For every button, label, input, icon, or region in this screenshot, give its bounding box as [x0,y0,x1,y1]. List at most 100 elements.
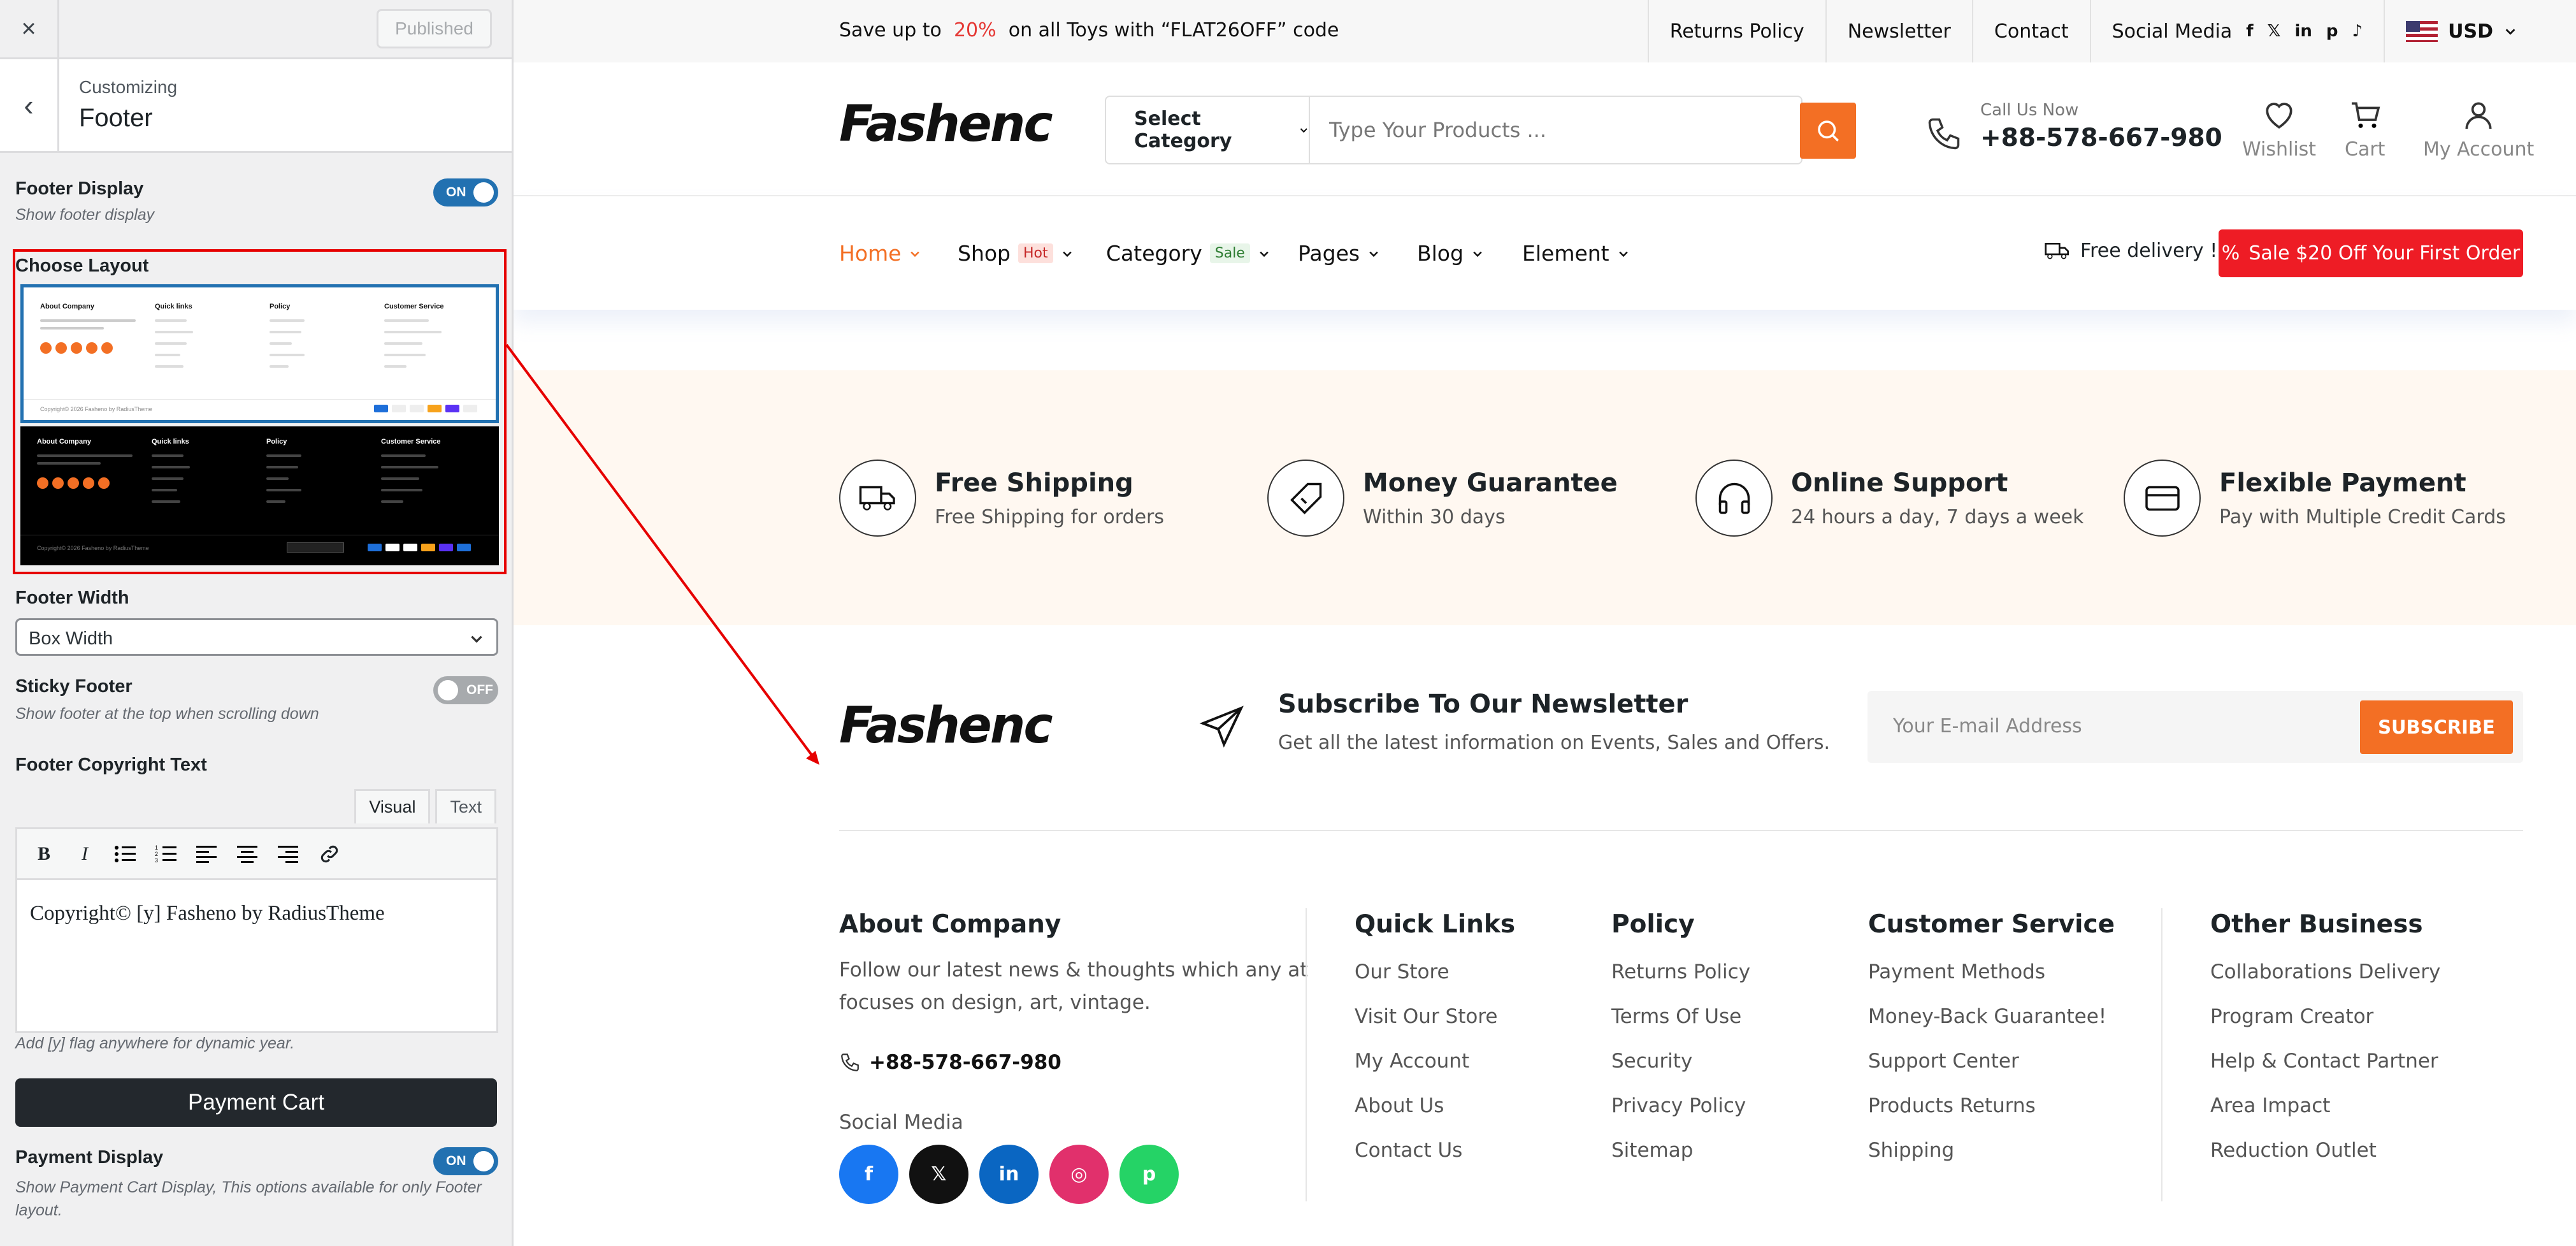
nav-blog[interactable]: Blog [1417,241,1484,266]
footer-link[interactable]: About Us [1355,1094,1444,1117]
currency-select[interactable]: USD [2384,0,2576,62]
close-icon[interactable]: × [0,0,59,59]
nav-home[interactable]: Home [839,241,921,266]
footer-logo[interactable]: Fashenc [839,697,1053,755]
footer-width-select[interactable]: Box Width [15,618,498,656]
align-center-icon[interactable] [233,839,263,869]
column-divider [2161,908,2162,1201]
nav-shop[interactable]: Shop Hot [958,241,1074,266]
call-number[interactable]: +88-578-667-980 [1980,124,2222,152]
copyright-value: Copyright© [y] Fasheno by RadiusTheme [30,902,385,925]
linkedin-icon[interactable]: in [2294,22,2312,41]
nav-label: Shop [958,241,1011,266]
nav-label: Element [1522,241,1609,266]
footer-link[interactable]: Program Creator [2210,1005,2373,1028]
payment-display-toggle[interactable]: ON [433,1147,498,1175]
facebook-icon[interactable]: f [2246,22,2253,41]
site-logo[interactable]: Fashenc [839,96,1053,153]
bold-icon[interactable]: B [29,839,59,869]
wishlist-button[interactable]: Wishlist [2242,98,2316,161]
chevron-down-icon [1260,251,1269,257]
footer-display-toggle[interactable]: ON [433,178,498,206]
sticky-footer-desc: Show footer at the top when scrolling do… [15,705,319,723]
section-title: Footer [79,104,153,132]
x-icon[interactable]: 𝕏 [2268,22,2281,41]
mini-service: Customer Service [384,303,444,310]
copyright-editor[interactable]: Copyright© [y] Fasheno by RadiusTheme [15,880,498,1033]
payment-cart-button[interactable]: Payment Cart [15,1078,497,1127]
footer-link[interactable]: Terms Of Use [1611,1005,1741,1028]
footer-link[interactable]: Returns Policy [1611,960,1750,983]
footer-link[interactable]: My Account [1355,1050,1469,1073]
sale-button[interactable]: % Sale $20 Off Your First Order [2219,229,2523,277]
tab-text[interactable]: Text [435,789,496,823]
footer-link[interactable]: Collaborations Delivery [2210,960,2440,983]
footer-link[interactable]: Help & Contact Partner [2210,1050,2438,1073]
nav-element[interactable]: Element [1522,241,1630,266]
mini-policy-dark: Policy [266,438,287,446]
top-link-contact[interactable]: Contact [1971,0,2090,62]
subscribe-button[interactable]: SUBSCRIBE [2360,700,2513,754]
top-link-newsletter[interactable]: Newsletter [1825,0,1972,62]
footer-link[interactable]: Security [1611,1050,1692,1073]
align-right-icon[interactable] [273,839,304,869]
published-button[interactable]: Published [377,9,492,48]
layout-option-light[interactable]: About Company Quick links Policy Custome… [20,284,499,423]
footer-link[interactable]: Support Center [1868,1050,2019,1073]
category-select[interactable]: Select Category [1105,96,1309,164]
instagram-icon[interactable]: ◎ [1049,1145,1109,1204]
footer-link[interactable]: Products Returns [1868,1094,2036,1117]
footer-link[interactable]: Payment Methods [1868,960,2045,983]
mini-quick: Quick links [155,303,192,310]
top-link-returns[interactable]: Returns Policy [1647,0,1825,62]
section-parent: Customizing [79,77,178,97]
social-label: Social Media [839,1111,963,1134]
pinterest-icon[interactable]: p [1119,1145,1179,1204]
linkedin-icon[interactable]: in [979,1145,1039,1204]
footer-link[interactable]: Sitemap [1611,1139,1693,1162]
choose-layout-title: Choose Layout [15,256,149,276]
footer-link[interactable]: Shipping [1868,1139,1954,1162]
mini-policy: Policy [270,303,291,310]
search-icon [1818,120,1839,141]
sticky-footer-title: Sticky Footer [15,676,133,697]
mini-service-dark: Customer Service [381,438,441,446]
top-social: Social Media f 𝕏 in p ♪ [2089,0,2384,62]
numbered-list-icon[interactable]: 123 [151,839,182,869]
account-button[interactable]: My Account [2423,98,2534,161]
newsletter-title: Subscribe To Our Newsletter [1278,690,1688,719]
pinterest-icon[interactable]: p [2326,22,2338,41]
search-input[interactable]: Type Your Products ... [1309,96,1802,164]
category-label: Select Category [1134,108,1232,152]
footer-link[interactable]: Reduction Outlet [2210,1139,2377,1162]
truck-icon [2045,242,2069,259]
back-icon[interactable]: ‹ [0,59,59,151]
sticky-footer-toggle[interactable]: OFF [433,676,498,704]
layout-option-dark[interactable]: About Company Quick links Policy Custome… [20,426,499,565]
nav-pages[interactable]: Pages [1298,241,1380,266]
chevron-down-icon [1473,251,1482,257]
facebook-icon[interactable]: f [839,1145,898,1204]
footer-phone[interactable]: +88-578-667-980 [869,1051,1061,1074]
bullet-list-icon[interactable] [110,839,141,869]
footer-link[interactable]: Area Impact [2210,1094,2330,1117]
footer-link[interactable]: Privacy Policy [1611,1094,1746,1117]
italic-icon[interactable]: I [69,839,100,869]
footer-link[interactable]: Visit Our Store [1355,1005,1498,1028]
footer-display-control: Footer Display Show footer display ON [15,178,498,224]
payment-display-control: Payment Display Show Payment Cart Displa… [15,1147,498,1222]
nav-category[interactable]: Category Sale [1106,241,1270,266]
search-button[interactable] [1800,103,1856,159]
link-icon[interactable] [314,839,345,869]
x-icon[interactable]: 𝕏 [909,1145,968,1204]
tiktok-icon[interactable]: ♪ [2352,22,2363,41]
customer-service-title: Customer Service [1868,910,2115,939]
align-left-icon[interactable] [192,839,222,869]
tab-visual[interactable]: Visual [354,789,431,823]
footer-link[interactable]: Contact Us [1355,1139,1462,1162]
footer-link[interactable]: Money-Back Guarantee! [1868,1005,2106,1028]
cart-button[interactable]: Cart [2345,98,2385,161]
footer-link[interactable]: Our Store [1355,960,1450,983]
feature-sub: Within 30 days [1363,506,1506,528]
copyright-hint: Add [y] flag anywhere for dynamic year. [15,1034,295,1052]
